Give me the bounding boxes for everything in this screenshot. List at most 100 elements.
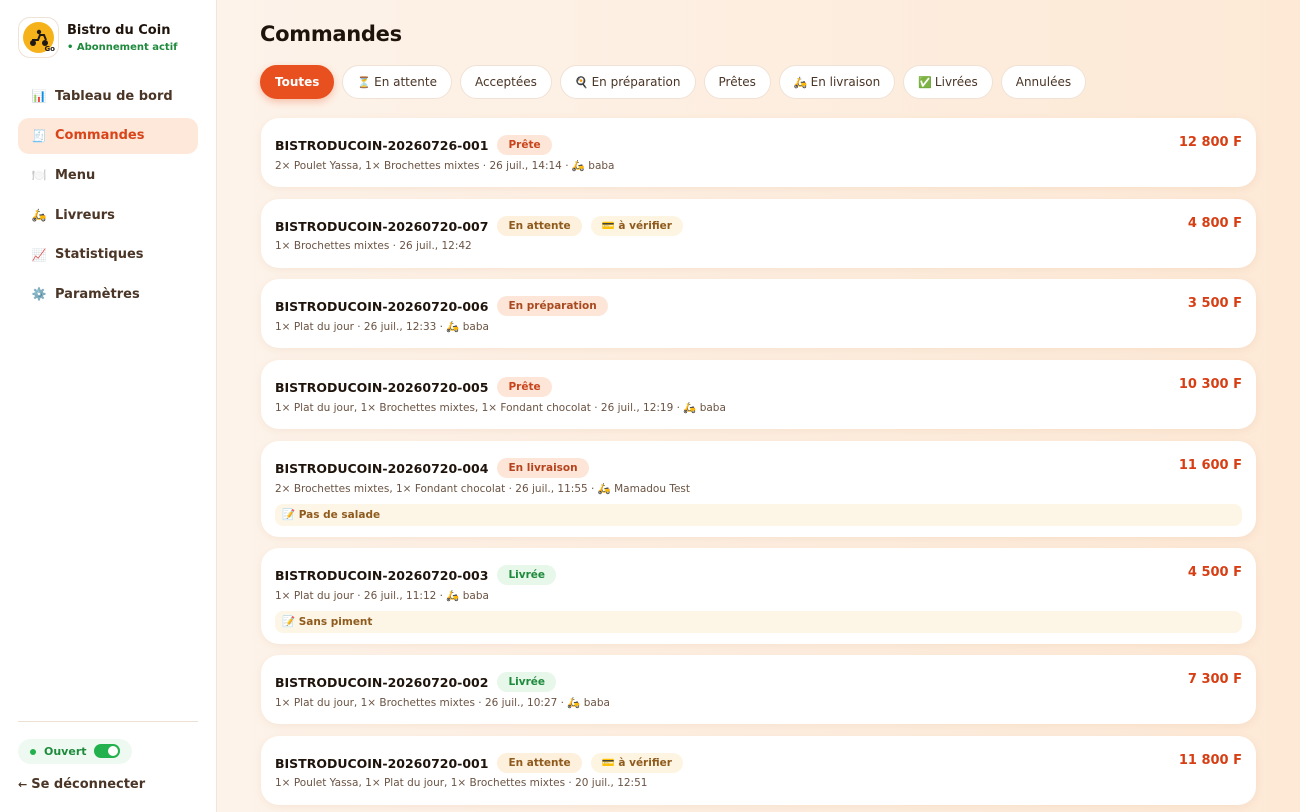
scooter-icon: 🛵 xyxy=(31,208,47,223)
plate-icon: 🍽️ xyxy=(31,168,47,183)
order-card[interactable]: BISTRODUCOIN-20260720-006 En préparation … xyxy=(261,279,1256,348)
sidebar-item-label: Tableau de bord xyxy=(55,88,173,104)
page-title: Commandes xyxy=(260,22,402,46)
order-description: 1× Plat du jour · 26 juil., 12:33 · 🛵 ba… xyxy=(275,321,489,333)
tab-delivered[interactable]: ✅ Livrées xyxy=(903,65,993,99)
receipt-icon: 🧾 xyxy=(31,128,47,143)
logout-link[interactable]: ← Se déconnecter xyxy=(18,777,145,792)
trend-chart-icon: 📈 xyxy=(31,247,47,262)
order-description: 1× Brochettes mixtes · 26 juil., 12:42 xyxy=(275,240,472,252)
sidebar-item-label: Paramètres xyxy=(55,286,140,302)
order-id: BISTRODUCOIN-20260720-002 xyxy=(275,674,489,690)
restaurant-name: Bistro du Coin xyxy=(67,22,171,38)
tab-label: Livrées xyxy=(934,75,978,89)
status-badge: Livrée xyxy=(497,672,557,692)
arrow-left-icon: ← xyxy=(18,778,28,791)
order-id: BISTRODUCOIN-20260720-006 xyxy=(275,298,489,314)
order-card[interactable]: BISTRODUCOIN-20260720-002 Livrée 1× Plat … xyxy=(261,655,1256,724)
sidebar-item-label: Livreurs xyxy=(55,207,115,223)
sidebar-item-label: Commandes xyxy=(55,128,145,144)
sidebar: Go Bistro du Coin • Abonnement actif 📊 T… xyxy=(0,0,217,812)
status-badge: Livrée xyxy=(497,565,557,585)
order-id: BISTRODUCOIN-20260720-001 xyxy=(275,755,489,771)
check-icon: ✅ xyxy=(918,75,932,89)
order-amount: 11 600 F xyxy=(1178,458,1242,473)
logout-label: Se déconnecter xyxy=(31,777,146,792)
order-description: 2× Brochettes mixtes, 1× Fondant chocola… xyxy=(275,483,691,495)
tab-all[interactable]: Toutes xyxy=(260,65,335,99)
toggle-knob xyxy=(108,746,118,756)
order-description: 1× Plat du jour · 26 juil., 11:12 · 🛵 ba… xyxy=(275,590,489,602)
order-description: 2× Poulet Yassa, 1× Brochettes mixtes · … xyxy=(275,160,615,172)
open-status-label: Ouvert xyxy=(44,745,87,758)
payment-badge: 💳 à vérifier xyxy=(590,753,683,773)
sidebar-item-statistics[interactable]: 📈 Statistiques xyxy=(18,237,198,273)
order-amount: 3 500 F xyxy=(1187,296,1242,311)
sidebar-item-drivers[interactable]: 🛵 Livreurs xyxy=(18,197,198,233)
order-card[interactable]: BISTRODUCOIN-20260720-007 En attente 💳 à v… xyxy=(261,199,1256,268)
order-amount: 11 800 F xyxy=(1178,753,1242,768)
tab-label: Prêtes xyxy=(718,75,756,89)
subscription-status: • Abonnement actif xyxy=(67,41,178,53)
sidebar-item-label: Menu xyxy=(55,167,96,183)
tab-ready[interactable]: Prêtes xyxy=(703,65,771,99)
order-card[interactable]: BISTRODUCOIN-20260720-004 En livraison 2×… xyxy=(261,441,1256,537)
order-card[interactable]: BISTRODUCOIN-20260720-005 Prête 1× Plat d… xyxy=(261,360,1256,429)
sidebar-item-dashboard[interactable]: 📊 Tableau de bord xyxy=(18,78,198,114)
status-badge: En attente xyxy=(497,753,582,773)
order-note: 📝 Pas de salade xyxy=(275,504,1242,526)
status-badge: Prête xyxy=(497,377,552,397)
sidebar-nav: 📊 Tableau de bord 🧾 Commandes 🍽️ Menu 🛵 … xyxy=(18,78,198,316)
cooking-icon: 🍳 xyxy=(574,75,589,89)
tab-accepted[interactable]: Acceptées xyxy=(459,65,552,99)
tab-pending[interactable]: ⏳ En attente xyxy=(342,65,452,99)
scooter-icon: 🛵 xyxy=(793,75,808,89)
order-amount: 4 500 F xyxy=(1187,565,1242,580)
order-id: BISTRODUCOIN-20260720-003 xyxy=(275,567,489,583)
payment-badge: 💳 à vérifier xyxy=(590,216,683,236)
order-description: 1× Plat du jour, 1× Brochettes mixtes · … xyxy=(275,697,610,709)
order-id: BISTRODUCOIN-20260726-001 xyxy=(275,137,489,153)
status-badge: Prête xyxy=(497,135,552,155)
order-description: 1× Poulet Yassa, 1× Plat du jour, 1× Bro… xyxy=(275,777,648,789)
status-filter-tabs: Toutes ⏳ En attente Acceptées 🍳 En prépa… xyxy=(260,65,1094,99)
order-id: BISTRODUCOIN-20260720-007 xyxy=(275,218,489,234)
tab-delivering[interactable]: 🛵 En livraison xyxy=(778,65,896,99)
sidebar-item-orders[interactable]: 🧾 Commandes xyxy=(18,117,198,154)
sidebar-divider xyxy=(18,721,198,722)
gear-icon: ⚙️ xyxy=(31,287,47,302)
status-dot-icon xyxy=(30,748,36,755)
status-badge: En livraison xyxy=(497,458,589,478)
order-amount: 10 300 F xyxy=(1178,377,1242,392)
tab-label: En livraison xyxy=(810,75,881,89)
sidebar-item-label: Statistiques xyxy=(55,247,144,263)
tab-label: En préparation xyxy=(591,75,681,89)
sidebar-item-menu[interactable]: 🍽️ Menu xyxy=(18,157,198,193)
order-id: BISTRODUCOIN-20260720-004 xyxy=(275,460,489,476)
tab-label: Annulées xyxy=(1015,75,1072,89)
hourglass-icon: ⏳ xyxy=(357,75,372,89)
order-card[interactable]: BISTRODUCOIN-20260726-001 Prête 2× Poulet… xyxy=(261,118,1256,187)
order-card[interactable]: BISTRODUCOIN-20260720-003 Livrée 1× Plat … xyxy=(261,548,1256,644)
order-card[interactable]: BISTRODUCOIN-20260720-001 En attente 💳 à v… xyxy=(261,736,1256,805)
order-id: BISTRODUCOIN-20260720-005 xyxy=(275,379,489,395)
order-amount: 4 800 F xyxy=(1187,216,1242,231)
tab-label: Toutes xyxy=(275,75,320,89)
order-amount: 12 800 F xyxy=(1178,135,1242,150)
main-content: Commandes Toutes ⏳ En attente Acceptées … xyxy=(217,0,1300,812)
open-toggle[interactable] xyxy=(94,744,120,758)
tab-label: Acceptées xyxy=(474,75,537,89)
tab-cancelled[interactable]: Annulées xyxy=(1000,65,1087,99)
bar-chart-icon: 📊 xyxy=(31,89,47,103)
brand: Go Bistro du Coin • Abonnement actif xyxy=(18,17,177,58)
status-badge: En préparation xyxy=(497,296,608,316)
tab-label: En attente xyxy=(374,75,437,89)
order-amount: 7 300 F xyxy=(1187,672,1242,687)
logo: Go xyxy=(18,17,59,58)
order-note: 📝 Sans piment xyxy=(275,611,1242,633)
order-description: 1× Plat du jour, 1× Brochettes mixtes, 1… xyxy=(275,402,726,414)
logo-text: Go xyxy=(44,45,55,53)
tab-preparing[interactable]: 🍳 En préparation xyxy=(559,65,696,99)
open-status-pill: Ouvert xyxy=(18,739,132,764)
sidebar-item-settings[interactable]: ⚙️ Paramètres xyxy=(18,276,198,312)
